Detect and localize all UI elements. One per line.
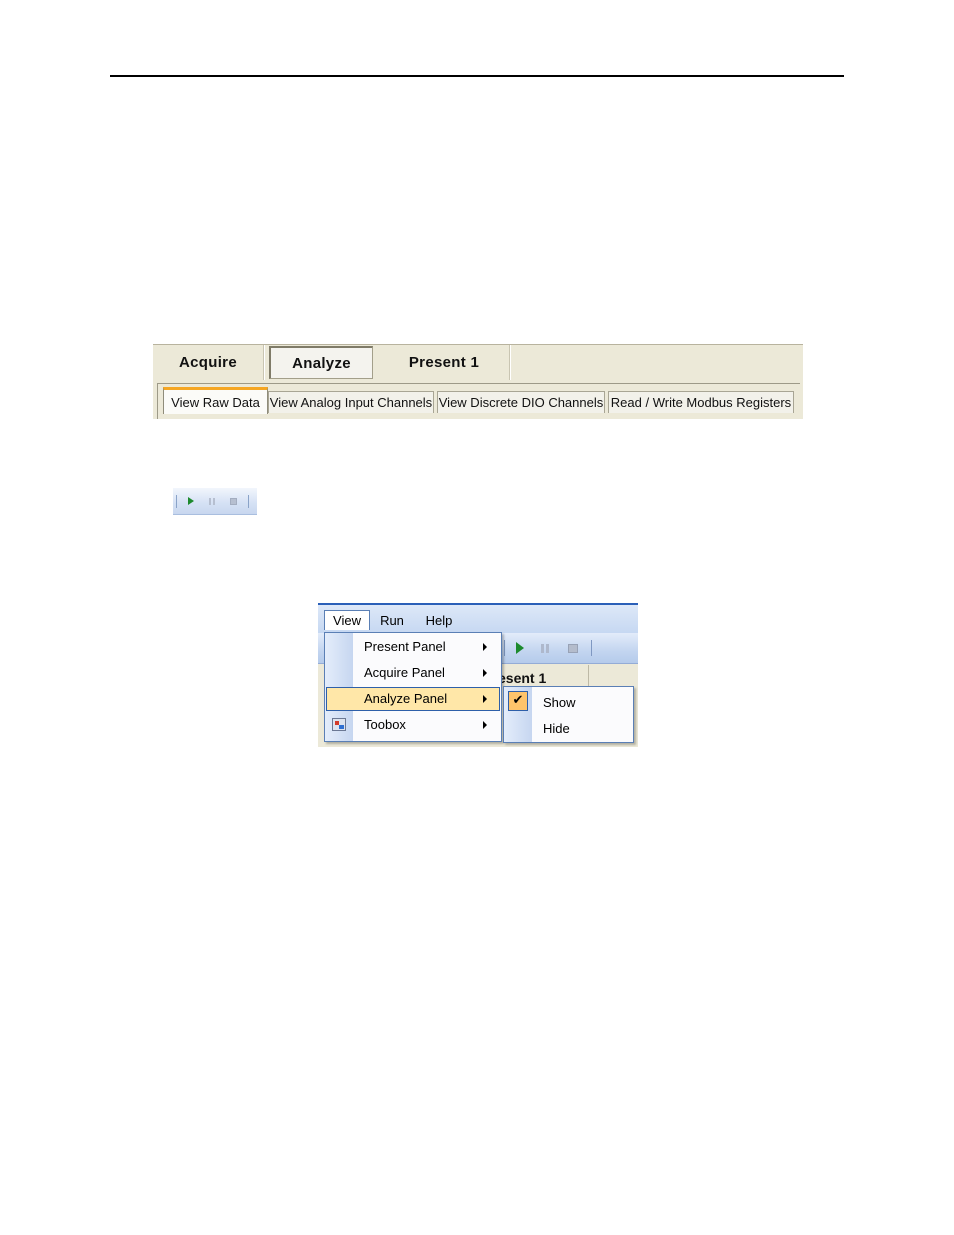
submenu-item-label: Hide [543,721,570,736]
submenu-arrow-icon [483,695,487,703]
subtab-read-write-modbus-registers[interactable]: Read / Write Modbus Registers [608,391,794,413]
submenu-arrow-icon [483,669,487,677]
submenu-item-hide[interactable]: Hide [505,715,632,739]
analyze-panel-submenu: ✔ Show Hide [503,686,634,743]
submenu-arrow-icon [483,643,487,651]
menu-item-toobox[interactable]: Toobox [326,713,500,737]
subtab-view-raw-data[interactable]: View Raw Data [163,387,268,414]
submenu-arrow-icon [483,721,487,729]
view-dropdown-menu: Present Panel Acquire Panel Analyze Pane… [324,632,502,742]
toolbar-separator [591,640,592,656]
subtab-view-analog-input-channels[interactable]: View Analog Input Channels [268,391,434,413]
menu-item-label: Toobox [364,717,406,732]
toolbar-separator [248,495,249,508]
pause-icon[interactable] [541,644,549,653]
toolbox-icon [332,718,346,731]
stop-icon[interactable] [230,498,237,505]
menu-view[interactable]: View [324,610,370,630]
tab-analyze[interactable]: Analyze [269,346,373,379]
subtab-view-discrete-dio-channels[interactable]: View Discrete DIO Channels [437,391,605,413]
main-tab-bar: Acquire Analyze Present 1 [153,345,803,381]
play-icon[interactable] [188,497,194,505]
panel-tabs-screenshot: Acquire Analyze Present 1 View Raw Data … [153,344,803,419]
submenu-item-show[interactable]: ✔ Show [505,689,632,713]
menu-item-present-panel[interactable]: Present Panel [326,635,500,659]
tab-acquire[interactable]: Acquire [153,345,264,380]
checkmark-icon: ✔ [508,691,528,711]
pause-icon[interactable] [209,498,215,505]
menu-item-label: Analyze Panel [364,691,448,706]
menu-run[interactable]: Run [374,610,410,630]
tab-present-1[interactable]: Present 1 [379,345,510,380]
stop-icon[interactable] [568,644,578,653]
menu-item-acquire-panel[interactable]: Acquire Panel [326,661,500,685]
play-icon[interactable] [516,642,524,654]
toolbar-separator [504,640,505,656]
menu-item-analyze-panel[interactable]: Analyze Panel [326,687,500,711]
submenu-item-label: Show [543,695,576,710]
toolbar-grip [176,495,177,508]
run-toolbar-screenshot [173,488,257,515]
sub-tab-bar: View Raw Data View Analog Input Channels… [157,383,800,419]
menu-help[interactable]: Help [418,610,460,630]
menu-item-label: Acquire Panel [364,665,445,680]
view-menu-screenshot: View Run Help esent 1 Present Panel Acqu… [318,603,638,747]
menu-item-label: Present Panel [364,639,446,654]
header-rule [110,75,844,77]
menu-bar: View Run Help [318,605,638,633]
